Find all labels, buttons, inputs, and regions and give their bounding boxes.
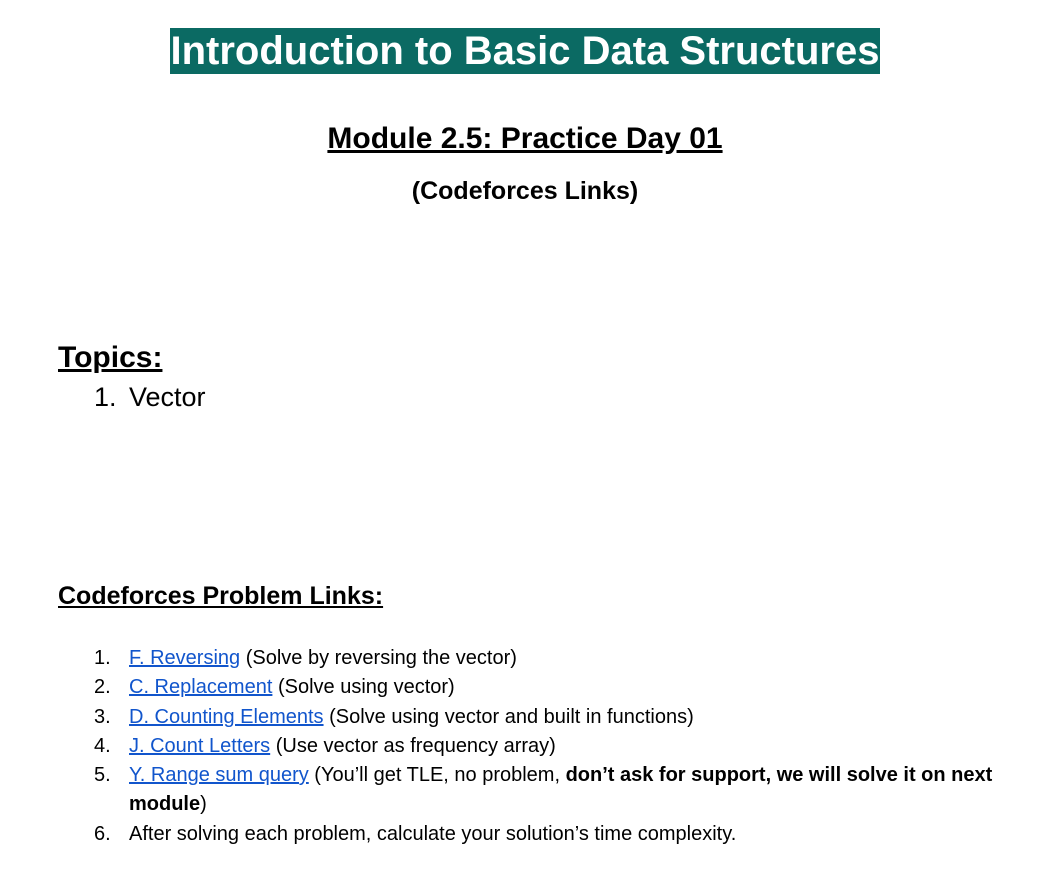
list-number: 2. [94,676,111,699]
list-item: 1. Vector [58,380,206,414]
list-number: 1. [94,647,111,669]
list-item: 2. C. Replacement (Solve using vector) [58,673,998,702]
list-number: 5. [94,764,111,787]
problem-note: (Solve using vector and built in functio… [323,705,694,728]
problem-note: (Solve using vector) [272,676,455,699]
document-title: Introduction to Basic Data Structures [169,28,881,74]
list-item: 5. Y. Range sum query (You’ll get TLE, no… [58,761,998,820]
problem-link-count-letters[interactable]: J. Count Letters [129,735,270,757]
list-number: 6. [94,822,111,845]
topic-label: Vector [129,382,206,412]
problem-note-end: ) [200,793,207,816]
list-number: 1. [94,382,117,412]
module-title: Module 2.5: Practice Day 01 [327,122,723,155]
problem-note: (Use vector as frequency array) [270,734,556,757]
list-item: 1. F. Reversing (Solve by reversing the v… [58,644,998,673]
document-title-block: Introduction to Basic Data Structures [0,28,1050,74]
list-number: 3. [94,705,111,728]
topics-list: 1. Vector [58,380,206,414]
instruction-text: After solving each problem, calculate yo… [129,822,737,845]
problem-note: (You’ll get TLE, no problem, [308,764,566,787]
list-number: 4. [94,734,111,757]
list-item: 4. J. Count Letters (Use vector as freque… [58,732,998,761]
problems-list: 1. F. Reversing (Solve by reversing the v… [58,644,998,849]
list-item: 3. D. Counting Elements (Solve using vect… [58,703,998,732]
problem-link-reversing[interactable]: F. Reversing [129,647,240,669]
problem-link-range-sum-query[interactable]: Y. Range sum query [129,764,309,786]
topics-heading: Topics: [58,341,163,374]
problem-note: (Solve by reversing the vector) [240,647,517,669]
problem-link-replacement[interactable]: C. Replacement [129,676,272,698]
list-item: 6. After solving each problem, calculate … [58,820,998,849]
problems-heading: Codeforces Problem Links: [58,582,384,610]
module-subtitle: (Codeforces Links) [411,177,639,205]
problem-link-counting-elements[interactable]: D. Counting Elements [129,706,324,728]
